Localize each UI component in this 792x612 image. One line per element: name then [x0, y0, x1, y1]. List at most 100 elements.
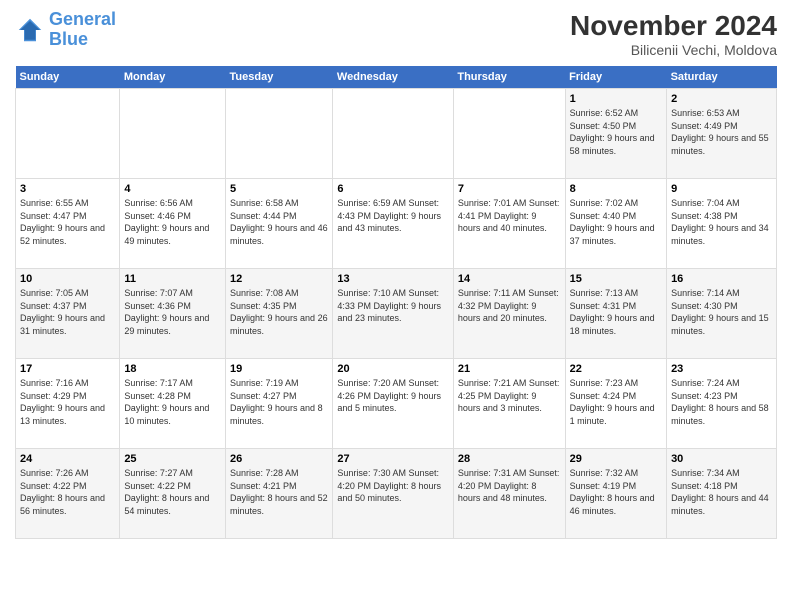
calendar-cell: 11Sunrise: 7:07 AM Sunset: 4:36 PM Dayli… — [120, 269, 226, 359]
col-saturday: Saturday — [667, 66, 777, 89]
day-info: Sunrise: 7:32 AM Sunset: 4:19 PM Dayligh… — [570, 467, 662, 517]
calendar-cell: 27 Sunrise: 7:30 AM Sunset: 4:20 PM Dayli… — [333, 449, 453, 539]
col-thursday: Thursday — [453, 66, 565, 89]
calendar-header: Sunday Monday Tuesday Wednesday Thursday… — [16, 66, 777, 89]
day-number: 26 — [230, 453, 328, 465]
day-number: 18 — [124, 363, 221, 375]
day-number: 7 — [458, 183, 561, 195]
day-number: 16 — [671, 273, 772, 285]
day-info: Sunrise: 7:23 AM Sunset: 4:24 PM Dayligh… — [570, 377, 662, 427]
day-info: Sunrise: 7:05 AM Sunset: 4:37 PM Dayligh… — [20, 287, 115, 337]
calendar-cell: 6 Sunrise: 6:59 AM Sunset: 4:43 PM Daylig… — [333, 179, 453, 269]
calendar-cell: 4 Sunrise: 6:56 AM Sunset: 4:46 PM Daylig… — [120, 179, 226, 269]
day-info: Sunrise: 7:24 AM Sunset: 4:23 PM Dayligh… — [671, 377, 772, 427]
calendar-table: Sunday Monday Tuesday Wednesday Thursday… — [15, 66, 777, 539]
day-number: 4 — [124, 183, 221, 195]
calendar-cell: 29 Sunrise: 7:32 AM Sunset: 4:19 PM Dayli… — [565, 449, 666, 539]
page-container: General Blue November 2024 Bilicenii Vec… — [0, 0, 792, 549]
day-number: 28 — [458, 453, 561, 465]
calendar-body: 1Sunrise: 6:52 AM Sunset: 4:50 PM Daylig… — [16, 89, 777, 539]
day-info: Sunrise: 7:14 AM Sunset: 4:30 PM Dayligh… — [671, 287, 772, 337]
calendar-cell: 7 Sunrise: 7:01 AM Sunset: 4:41 PM Daylig… — [453, 179, 565, 269]
calendar-cell — [333, 89, 453, 179]
col-sunday: Sunday — [16, 66, 120, 89]
logo-icon — [15, 15, 45, 45]
day-info: Sunrise: 6:53 AM Sunset: 4:49 PM Dayligh… — [671, 107, 772, 157]
day-info: Sunrise: 7:27 AM Sunset: 4:22 PM Dayligh… — [124, 467, 221, 517]
day-number: 30 — [671, 453, 772, 465]
calendar-cell: 22 Sunrise: 7:23 AM Sunset: 4:24 PM Dayli… — [565, 359, 666, 449]
day-info: Sunrise: 6:58 AM Sunset: 4:44 PM Dayligh… — [230, 197, 328, 247]
day-info: Sunrise: 7:21 AM Sunset: 4:25 PM Dayligh… — [458, 377, 561, 415]
day-number: 17 — [20, 363, 115, 375]
day-info: Sunrise: 7:11 AM Sunset: 4:32 PM Dayligh… — [458, 287, 561, 325]
day-info: Sunrise: 7:10 AM Sunset: 4:33 PM Dayligh… — [337, 287, 448, 325]
day-info: Sunrise: 7:19 AM Sunset: 4:27 PM Dayligh… — [230, 377, 328, 427]
calendar-cell: 13Sunrise: 7:10 AM Sunset: 4:33 PM Dayli… — [333, 269, 453, 359]
col-wednesday: Wednesday — [333, 66, 453, 89]
calendar-week-1: 1Sunrise: 6:52 AM Sunset: 4:50 PM Daylig… — [16, 89, 777, 179]
calendar-cell: 5Sunrise: 6:58 AM Sunset: 4:44 PM Daylig… — [226, 179, 333, 269]
day-info: Sunrise: 7:02 AM Sunset: 4:40 PM Dayligh… — [570, 197, 662, 247]
calendar-cell — [120, 89, 226, 179]
day-number: 24 — [20, 453, 115, 465]
calendar-cell: 16 Sunrise: 7:14 AM Sunset: 4:30 PM Dayli… — [667, 269, 777, 359]
day-info: Sunrise: 7:08 AM Sunset: 4:35 PM Dayligh… — [230, 287, 328, 337]
calendar-cell: 15 Sunrise: 7:13 AM Sunset: 4:31 PM Dayli… — [565, 269, 666, 359]
calendar-cell: 24 Sunrise: 7:26 AM Sunset: 4:22 PM Dayli… — [16, 449, 120, 539]
calendar-cell: 12 Sunrise: 7:08 AM Sunset: 4:35 PM Dayli… — [226, 269, 333, 359]
day-number: 15 — [570, 273, 662, 285]
day-info: Sunrise: 7:30 AM Sunset: 4:20 PM Dayligh… — [337, 467, 448, 505]
day-number: 6 — [337, 183, 448, 195]
calendar-cell: 18 Sunrise: 7:17 AM Sunset: 4:28 PM Dayli… — [120, 359, 226, 449]
day-info: Sunrise: 7:01 AM Sunset: 4:41 PM Dayligh… — [458, 197, 561, 235]
day-info: Sunrise: 7:28 AM Sunset: 4:21 PM Dayligh… — [230, 467, 328, 517]
day-info: Sunrise: 6:59 AM Sunset: 4:43 PM Dayligh… — [337, 197, 448, 235]
day-info: Sunrise: 6:56 AM Sunset: 4:46 PM Dayligh… — [124, 197, 221, 247]
day-number: 14 — [458, 273, 561, 285]
calendar-cell: 14 Sunrise: 7:11 AM Sunset: 4:32 PM Dayli… — [453, 269, 565, 359]
calendar-cell: 28Sunrise: 7:31 AM Sunset: 4:20 PM Dayli… — [453, 449, 565, 539]
day-info: Sunrise: 7:04 AM Sunset: 4:38 PM Dayligh… — [671, 197, 772, 247]
page-header: General Blue November 2024 Bilicenii Vec… — [15, 10, 777, 58]
day-info: Sunrise: 6:55 AM Sunset: 4:47 PM Dayligh… — [20, 197, 115, 247]
logo-text: General Blue — [49, 10, 116, 50]
calendar-cell: 23 Sunrise: 7:24 AM Sunset: 4:23 PM Dayli… — [667, 359, 777, 449]
day-info: Sunrise: 7:34 AM Sunset: 4:18 PM Dayligh… — [671, 467, 772, 517]
day-info: Sunrise: 7:20 AM Sunset: 4:26 PM Dayligh… — [337, 377, 448, 415]
day-number: 10 — [20, 273, 115, 285]
day-number: 29 — [570, 453, 662, 465]
day-number: 20 — [337, 363, 448, 375]
day-info: Sunrise: 7:16 AM Sunset: 4:29 PM Dayligh… — [20, 377, 115, 427]
calendar-week-4: 17 Sunrise: 7:16 AM Sunset: 4:29 PM Dayli… — [16, 359, 777, 449]
col-tuesday: Tuesday — [226, 66, 333, 89]
logo: General Blue — [15, 10, 116, 50]
day-number: 9 — [671, 183, 772, 195]
calendar-cell: 30 Sunrise: 7:34 AM Sunset: 4:18 PM Dayli… — [667, 449, 777, 539]
calendar-cell: 17 Sunrise: 7:16 AM Sunset: 4:29 PM Dayli… — [16, 359, 120, 449]
day-info: Sunrise: 7:26 AM Sunset: 4:22 PM Dayligh… — [20, 467, 115, 517]
calendar-cell: 3 Sunrise: 6:55 AM Sunset: 4:47 PM Daylig… — [16, 179, 120, 269]
day-number: 23 — [671, 363, 772, 375]
day-number: 12 — [230, 273, 328, 285]
calendar-cell — [16, 89, 120, 179]
day-info: Sunrise: 7:17 AM Sunset: 4:28 PM Dayligh… — [124, 377, 221, 427]
day-number: 22 — [570, 363, 662, 375]
day-info: Sunrise: 7:13 AM Sunset: 4:31 PM Dayligh… — [570, 287, 662, 337]
calendar-cell: 26 Sunrise: 7:28 AM Sunset: 4:21 PM Dayli… — [226, 449, 333, 539]
logo-general: General — [49, 9, 116, 29]
title-block: November 2024 Bilicenii Vechi, Moldova — [570, 10, 777, 58]
calendar-cell: 20 Sunrise: 7:20 AM Sunset: 4:26 PM Dayli… — [333, 359, 453, 449]
main-title: November 2024 — [570, 10, 777, 42]
day-number: 27 — [337, 453, 448, 465]
calendar-cell — [453, 89, 565, 179]
day-number: 19 — [230, 363, 328, 375]
day-number: 21 — [458, 363, 561, 375]
subtitle: Bilicenii Vechi, Moldova — [570, 42, 777, 58]
day-info: Sunrise: 6:52 AM Sunset: 4:50 PM Dayligh… — [570, 107, 662, 157]
header-row: Sunday Monday Tuesday Wednesday Thursday… — [16, 66, 777, 89]
day-number: 2 — [671, 93, 772, 105]
day-number: 25 — [124, 453, 221, 465]
calendar-cell: 1Sunrise: 6:52 AM Sunset: 4:50 PM Daylig… — [565, 89, 666, 179]
day-number: 3 — [20, 183, 115, 195]
